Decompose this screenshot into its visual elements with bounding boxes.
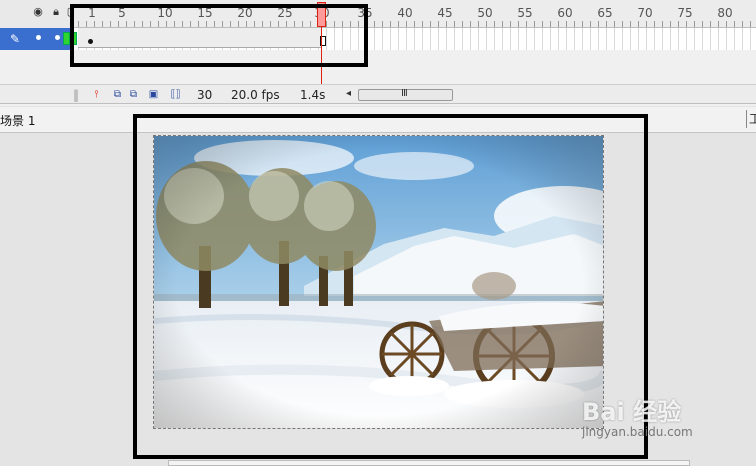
ruler-number: 40 <box>397 6 413 20</box>
ruler-number: 55 <box>517 6 533 20</box>
layer-outline-color[interactable] <box>63 32 70 45</box>
highlight-box-stage <box>133 114 648 459</box>
stage-scrollbar[interactable] <box>168 460 690 466</box>
ruler-number: 80 <box>717 6 733 20</box>
frame-rate[interactable]: 20.0 fps <box>231 88 280 102</box>
ruler-number: 45 <box>437 6 453 20</box>
modify-onion-markers-icon[interactable]: ⟦⟧ <box>170 89 181 100</box>
watermark: Bai 经验 jingyan.baidu.com <box>582 392 722 446</box>
highlight-box-frames <box>70 4 368 67</box>
current-frame: 30 <box>197 88 213 102</box>
layer-row-selected[interactable]: ✎ <box>0 28 70 50</box>
ruler-number: 65 <box>597 6 613 20</box>
pencil-icon: ✎ <box>10 32 21 46</box>
timeline-status-bar: ‖ ⫯ ⧉ ⧉ ▣ ⟦⟧ 30 20.0 fps 1.4s ◂ III <box>0 84 756 104</box>
visibility-dot[interactable] <box>36 35 41 40</box>
edit-tools-label[interactable]: 工 <box>746 110 756 128</box>
ruler-number: 60 <box>557 6 573 20</box>
lock-dot[interactable] <box>55 35 60 40</box>
scene-label[interactable]: 场景 1 <box>0 112 35 129</box>
resize-grip-icon[interactable]: ‖ <box>73 88 79 102</box>
elapsed-time: 1.4s <box>300 88 326 102</box>
center-frame-icon[interactable]: ⫯ <box>91 89 102 100</box>
edit-multiple-frames-icon[interactable]: ▣ <box>148 89 159 100</box>
onion-skin-icon[interactable]: ⧉ <box>112 89 123 100</box>
scroll-grip[interactable]: III <box>401 88 408 99</box>
scroll-left-icon[interactable]: ◂ <box>346 88 351 99</box>
eye-icon[interactable]: ◉ <box>32 6 44 18</box>
ruler-number: 70 <box>637 6 653 20</box>
ruler-number: 75 <box>677 6 693 20</box>
onion-skin-outlines-icon[interactable]: ⧉ <box>128 89 139 100</box>
ruler-number: 50 <box>477 6 493 20</box>
flash-editor: ◉ 🔒︎ ▢ 1 5 10 15 20 25 30 35 40 45 50 55… <box>0 0 756 466</box>
watermark-url: jingyan.baidu.com <box>582 425 693 439</box>
lock-icon[interactable]: 🔒︎ <box>50 6 62 18</box>
timeline-scrollbar[interactable]: III <box>358 88 453 101</box>
layer-header: ◉ 🔒︎ ▢ <box>0 0 77 28</box>
timeline-panel: ◉ 🔒︎ ▢ 1 5 10 15 20 25 30 35 40 45 50 55… <box>0 0 756 106</box>
watermark-logo: Bai 经验 <box>582 398 682 426</box>
